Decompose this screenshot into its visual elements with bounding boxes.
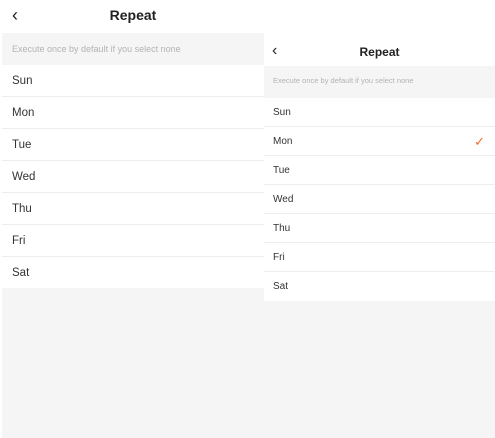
day-item-wed[interactable]: Wed <box>264 185 495 214</box>
day-item-fri[interactable]: Fri <box>2 225 264 257</box>
day-item-mon[interactable]: Mon ✓ <box>264 127 495 156</box>
day-item-sun[interactable]: Sun <box>2 65 264 97</box>
day-label: Wed <box>273 194 294 205</box>
day-label: Tue <box>273 165 290 176</box>
day-item-fri[interactable]: Fri <box>264 243 495 272</box>
page-title: Repeat <box>359 45 400 59</box>
header: ‹ Repeat <box>264 33 495 66</box>
checkmark-icon: ✓ <box>474 134 485 149</box>
header: ‹ Repeat <box>2 0 264 33</box>
day-label: Sat <box>273 281 289 292</box>
day-list: Sun Mon ✓ Tue Wed Thu Fri Sat <box>264 98 495 301</box>
day-item-sat[interactable]: Sat <box>264 272 495 301</box>
day-item-wed[interactable]: Wed <box>2 161 264 193</box>
day-item-sun[interactable]: Sun <box>264 98 495 127</box>
day-item-tue[interactable]: Tue <box>2 129 264 161</box>
day-item-thu[interactable]: Thu <box>264 214 495 243</box>
repeat-screen-right: ‹ Repeat Execute once by default if you … <box>264 33 495 438</box>
hint-text: Execute once by default if you select no… <box>264 66 495 96</box>
day-label: Sun <box>273 107 291 118</box>
page-title: Repeat <box>109 7 157 23</box>
day-list: Sun Mon Tue Wed Thu Fri Sat <box>2 65 264 288</box>
day-item-mon[interactable]: Mon <box>2 97 264 129</box>
day-label: Thu <box>273 223 291 234</box>
day-label: Mon <box>273 136 293 147</box>
day-label: Fri <box>273 252 285 263</box>
day-item-tue[interactable]: Tue <box>264 156 495 185</box>
day-item-sat[interactable]: Sat <box>2 257 264 288</box>
repeat-screen-left: ‹ Repeat Execute once by default if you … <box>2 0 264 438</box>
day-item-thu[interactable]: Thu <box>2 193 264 225</box>
hint-text: Execute once by default if you select no… <box>2 33 264 65</box>
